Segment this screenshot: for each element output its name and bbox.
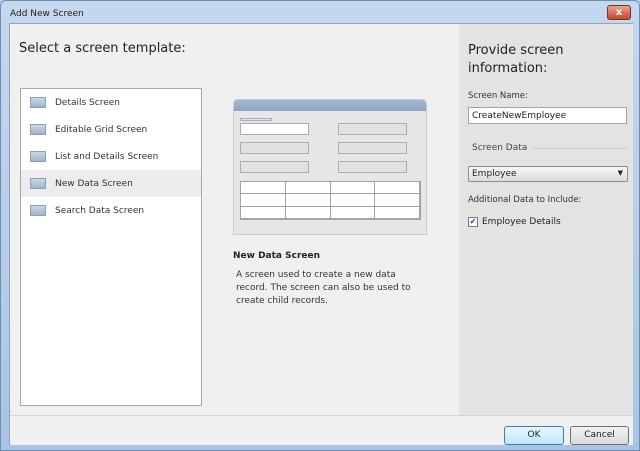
template-label: New Data Screen <box>55 178 133 189</box>
template-item-details[interactable]: Details Screen <box>21 89 201 116</box>
preview-field <box>338 123 407 135</box>
screen-info-panel: Provide screen information: Screen Name:… <box>459 24 633 415</box>
preview-label <box>240 118 272 121</box>
additional-data-label: Additional Data to Include: <box>468 195 582 205</box>
screen-data-select[interactable]: Employee ▼ <box>468 166 628 182</box>
preview-field <box>338 142 407 154</box>
divider <box>533 147 627 149</box>
screen-name-input[interactable]: CreateNewEmployee <box>468 107 627 124</box>
preview-title: New Data Screen <box>233 251 321 261</box>
button-bar: OK Cancel <box>10 415 633 445</box>
search-data-screen-icon <box>30 205 46 216</box>
cancel-button[interactable]: Cancel <box>570 426 629 445</box>
template-label: Search Data Screen <box>55 205 145 216</box>
preview-description: A screen used to create a new data recor… <box>236 270 411 306</box>
screen-data-value: Employee <box>472 169 517 179</box>
list-details-screen-icon <box>30 151 46 162</box>
template-list: Details Screen Editable Grid Screen List… <box>20 88 202 406</box>
screen-name-label: Screen Name: <box>468 91 528 101</box>
screen-info-heading: Provide screen information: <box>468 43 564 76</box>
grid-screen-icon <box>30 124 46 135</box>
template-item-new-data[interactable]: New Data Screen <box>21 170 201 197</box>
screen-data-section: Screen Data <box>472 143 627 153</box>
template-label: Details Screen <box>55 97 121 108</box>
template-heading: Select a screen template: <box>19 41 186 56</box>
preview-field <box>338 161 407 173</box>
screen-data-label: Screen Data <box>472 143 528 153</box>
preview-grid <box>240 181 421 220</box>
chevron-down-icon: ▼ <box>617 169 623 177</box>
template-label: Editable Grid Screen <box>55 124 148 135</box>
dialog-body: Select a screen template: Details Screen… <box>9 23 633 445</box>
preview-field <box>240 123 309 135</box>
template-label: List and Details Screen <box>55 151 159 162</box>
template-item-search-data[interactable]: Search Data Screen <box>21 197 201 224</box>
preview-field <box>240 142 309 154</box>
ok-button[interactable]: OK <box>504 426 564 445</box>
window-title: Add New Screen <box>10 9 84 19</box>
checkmark-icon: ✔ <box>468 217 478 227</box>
preview-titlebar <box>234 100 426 111</box>
details-screen-icon <box>30 97 46 108</box>
template-item-list-details[interactable]: List and Details Screen <box>21 143 201 170</box>
close-button[interactable]: x <box>607 5 631 20</box>
preview-field <box>240 161 309 173</box>
template-preview-image <box>233 99 427 235</box>
checkbox-label: Employee Details <box>482 217 561 227</box>
new-data-screen-icon <box>30 178 46 189</box>
dialog-window: Add New Screen x Select a screen templat… <box>0 0 640 451</box>
employee-details-checkbox[interactable]: ✔ Employee Details <box>468 217 561 227</box>
template-item-editable-grid[interactable]: Editable Grid Screen <box>21 116 201 143</box>
